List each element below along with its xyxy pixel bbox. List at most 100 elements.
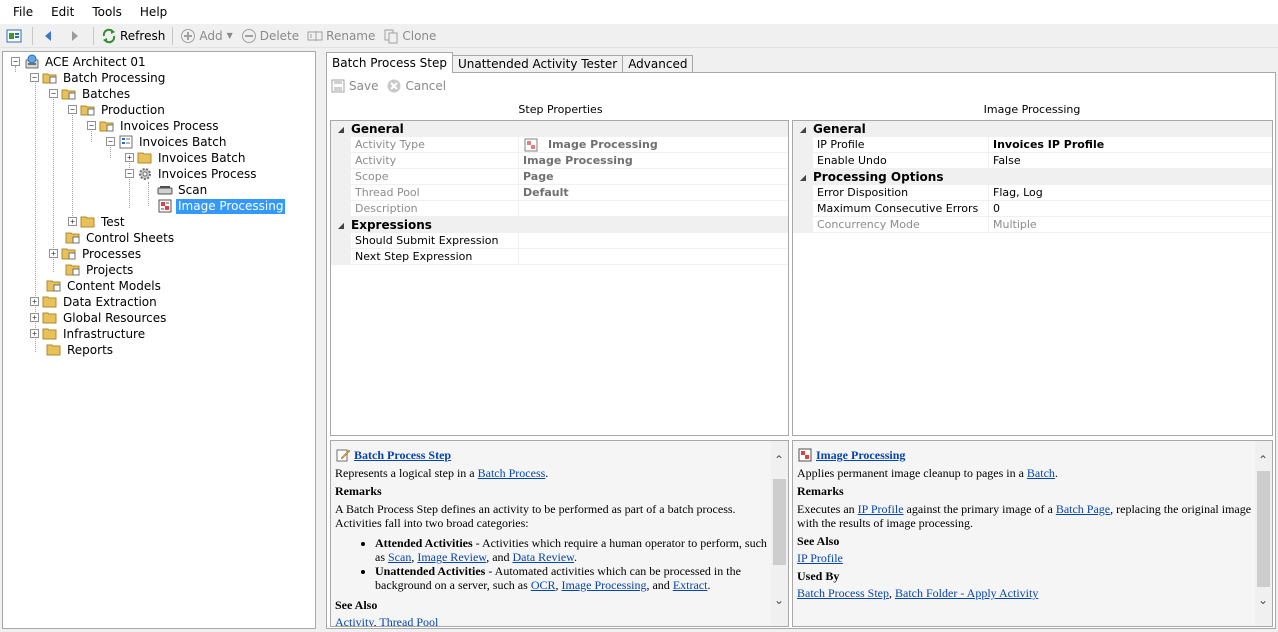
menu-edit[interactable]: Edit [42,0,83,24]
link-image-review[interactable]: Image Review [417,550,486,564]
tab-batch-process-step[interactable]: Batch Process Step [326,52,453,73]
tree-item-processes[interactable]: + Processes [49,246,143,262]
scroll-thumb[interactable] [1257,471,1270,587]
delete-button[interactable]: Delete [237,25,303,47]
help-scrollbar[interactable]: ⌃ ⌄ [1255,441,1272,626]
tree-view[interactable]: − ACE Architect 01 − Batch Processing − … [2,51,316,629]
link-batch-page[interactable]: Batch Page [1056,502,1110,516]
tab-unattended-activity-tester[interactable]: Unattended Activity Tester [451,55,624,73]
menu-tools[interactable]: Tools [83,0,131,24]
help-scrollbar[interactable]: ⌃ ⌄ [771,441,788,626]
property-row-activity-type[interactable]: Activity Type Image Processing [331,136,788,153]
forward-button[interactable] [63,25,90,47]
expand-icon[interactable]: + [30,313,39,322]
property-row-description[interactable]: Description [331,200,788,217]
link-batch-folder-apply-activity[interactable]: Batch Folder - Apply Activity [895,586,1038,600]
category-general[interactable]: ◢ General [793,121,1272,137]
collapse-icon[interactable]: − [30,73,39,82]
refresh-button[interactable]: Refresh [97,25,169,47]
property-row-maximum-consecutive-errors[interactable]: Maximum Consecutive Errors 0 [793,200,1272,217]
tree-item-scan[interactable]: Scan [157,182,209,198]
link-batch-process-step[interactable]: Batch Process Step [797,586,889,600]
collapse-icon[interactable]: − [11,57,20,66]
property-value[interactable]: Invoices IP Profile [989,137,1104,153]
tree-item-invoices-process-child[interactable]: − Invoices Process [125,166,259,182]
tree-item-data-extraction[interactable]: + Data Extraction [30,294,159,310]
help-title-link[interactable]: Image Processing [816,448,905,463]
link-data-review[interactable]: Data Review [513,550,575,564]
collapse-triangle-icon[interactable]: ◢ [331,221,351,230]
tree-item-test[interactable]: + Test [68,214,127,230]
tree-item-batches[interactable]: − Batches [49,86,132,102]
tree-item-invoices-batch[interactable]: − Invoices Batch [106,134,228,150]
tree-item-invoices-batch-child[interactable]: + Invoices Batch [125,150,247,166]
clone-button[interactable]: Clone [379,25,440,47]
property-row-concurrency-mode[interactable]: Concurrency Mode Multiple [793,216,1272,233]
expand-icon[interactable]: + [125,153,134,162]
property-row-enable-undo[interactable]: Enable Undo False [793,152,1272,169]
tree-item-production[interactable]: − Production [68,102,167,118]
back-button[interactable] [36,25,63,47]
collapse-triangle-icon[interactable]: ◢ [793,125,813,134]
collapse-icon[interactable]: − [68,105,77,114]
image-processing-grid[interactable]: ◢ General IP Profile Invoices IP Profile… [792,120,1273,436]
rename-button[interactable]: Rename [303,25,379,47]
tree-item-projects[interactable]: Projects [65,262,135,278]
link-thread-pool[interactable]: Thread Pool [379,615,438,626]
link-batch-process[interactable]: Batch Process [478,466,546,480]
scroll-thumb[interactable] [773,479,786,565]
tree-item-invoices-process[interactable]: − Invoices Process [87,118,221,134]
scroll-down-icon[interactable]: ⌄ [774,593,784,608]
home-button[interactable] [2,25,29,47]
expand-icon[interactable]: + [30,297,39,306]
scroll-up-icon[interactable]: ⌃ [774,453,784,468]
property-value[interactable]: Flag, Log [989,185,1043,201]
link-image-processing[interactable]: Image Processing [562,578,647,592]
link-ip-profile-see-also[interactable]: IP Profile [797,551,843,565]
property-row-activity[interactable]: Activity Image Processing [331,152,788,169]
expand-icon[interactable]: + [68,217,77,226]
category-processing-options[interactable]: ◢ Processing Options [793,169,1272,185]
property-row-should-submit-expression[interactable]: Should Submit Expression [331,232,788,249]
collapse-triangle-icon[interactable]: ◢ [331,125,351,134]
collapse-icon[interactable]: − [125,169,134,178]
panel-splitter[interactable] [318,51,324,629]
menu-file[interactable]: File [4,0,42,24]
tree-item-batch-processing[interactable]: − Batch Processing [30,70,167,86]
save-button[interactable]: Save [330,78,378,94]
collapse-triangle-icon[interactable]: ◢ [793,173,813,182]
link-batch[interactable]: Batch [1027,466,1055,480]
menu-help[interactable]: Help [131,0,176,24]
collapse-icon[interactable]: − [87,121,96,130]
property-row-scope[interactable]: Scope Page [331,168,788,185]
link-ocr[interactable]: OCR [531,578,556,592]
scroll-down-icon[interactable]: ⌄ [1258,593,1268,608]
tree-item-reports[interactable]: Reports [46,342,115,358]
property-value[interactable] [519,249,523,265]
tree-item-global-resources[interactable]: + Global Resources [30,310,168,326]
scroll-up-icon[interactable]: ⌃ [1258,453,1268,468]
tree-item-content-models[interactable]: Content Models [46,278,163,294]
step-properties-grid[interactable]: ◢ General Activity Type Image Processing… [330,120,789,436]
cancel-button[interactable]: Cancel [386,78,446,94]
property-row-thread-pool[interactable]: Thread Pool Default [331,184,788,201]
property-value[interactable] [519,233,523,249]
link-extract[interactable]: Extract [673,578,708,592]
tree-item-image-processing[interactable]: Image Processing [157,198,286,214]
link-scan[interactable]: Scan [388,550,411,564]
link-activity[interactable]: Activity [335,615,374,626]
property-row-error-disposition[interactable]: Error Disposition Flag, Log [793,184,1272,201]
link-ip-profile[interactable]: IP Profile [858,502,904,516]
collapse-icon[interactable]: − [49,89,58,98]
category-general[interactable]: ◢ General [331,121,788,137]
tree-item-control-sheets[interactable]: Control Sheets [65,230,176,246]
help-title-link[interactable]: Batch Process Step [354,448,451,463]
category-expressions[interactable]: ◢ Expressions [331,217,788,233]
property-row-next-step-expression[interactable]: Next Step Expression [331,248,788,265]
tree-item-infrastructure[interactable]: + Infrastructure [30,326,147,342]
expand-icon[interactable]: + [49,249,58,258]
property-row-ip-profile[interactable]: IP Profile Invoices IP Profile [793,136,1272,153]
property-value[interactable]: False [989,153,1021,169]
collapse-icon[interactable]: − [106,137,115,146]
property-value[interactable]: 0 [989,201,1000,217]
